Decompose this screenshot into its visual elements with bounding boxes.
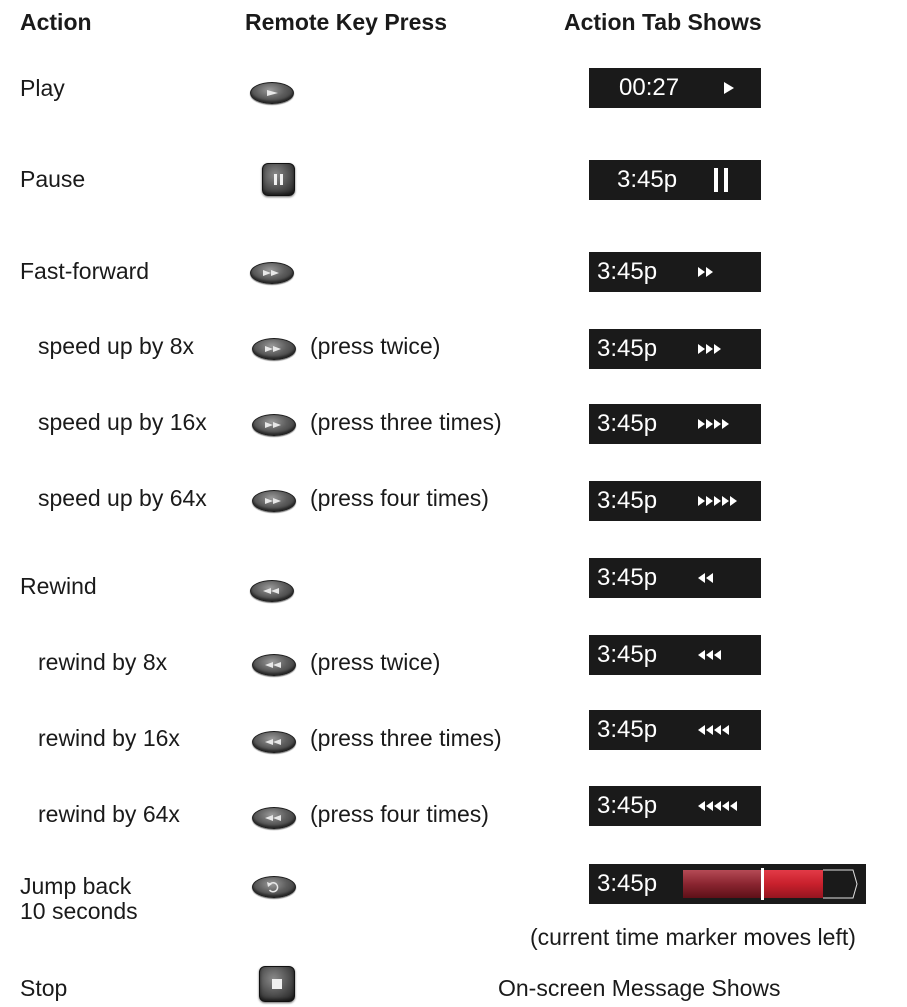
fast-forward-5-icon <box>698 496 737 506</box>
row-stop-label: Stop <box>20 975 68 1001</box>
rewind-2-icon <box>698 573 713 583</box>
row-speed-8x-label: speed up by 8x <box>38 333 195 359</box>
jump-back-caption: (current time marker moves left) <box>530 924 856 950</box>
rewind-8x-action-tab: 3:45p <box>589 635 761 675</box>
header-remote-key-press: Remote Key Press <box>245 9 447 35</box>
speed-8x-action-tab: 3:45p <box>589 329 761 369</box>
rewind-4-icon <box>698 725 729 735</box>
rewind-key-icon <box>250 580 294 602</box>
row-speed-16x-note: (press three times) <box>310 409 502 435</box>
fast-forward-action-tab: 3:45p <box>589 252 761 292</box>
rewind-3-icon <box>698 650 721 660</box>
rewind-key-icon <box>252 731 296 753</box>
tab-time: 3:45p <box>597 410 658 437</box>
row-rewind-8x-label: rewind by 8x <box>38 649 168 675</box>
play-key-icon <box>250 82 294 104</box>
rewind-64x-action-tab: 3:45p <box>589 786 761 826</box>
row-speed-64x-note: (press four times) <box>310 485 489 511</box>
fast-forward-key-icon <box>252 414 296 436</box>
play-icon <box>724 82 734 94</box>
row-pause-label: Pause <box>20 166 86 192</box>
on-screen-message-heading: On-screen Message Shows <box>498 975 781 1001</box>
header-action-tab-shows: Action Tab Shows <box>564 9 762 35</box>
row-rewind-64x-label: rewind by 64x <box>38 801 180 827</box>
rewind-16x-action-tab: 3:45p <box>589 710 761 750</box>
play-action-tab: 00:27 <box>589 68 761 108</box>
tab-time: 3:45p <box>597 641 658 668</box>
fast-forward-3-icon <box>698 344 721 354</box>
row-speed-64x-label: speed up by 64x <box>38 485 207 511</box>
tab-time: 3:45p <box>597 258 658 285</box>
row-speed-8x-note: (press twice) <box>310 333 441 359</box>
rewind-5-icon <box>698 801 737 811</box>
fast-forward-key-icon <box>252 490 296 512</box>
jump-back-key-icon <box>252 876 296 898</box>
fast-forward-key-icon <box>250 262 294 284</box>
rewind-action-tab: 3:45p <box>589 558 761 598</box>
row-fast-forward-label: Fast-forward <box>20 258 150 284</box>
tab-time: 3:45p <box>597 564 658 591</box>
tab-time: 3:45p <box>617 166 678 193</box>
fast-forward-2-icon <box>698 267 713 277</box>
speed-64x-action-tab: 3:45p <box>589 481 761 521</box>
tab-time: 3:45p <box>597 870 658 897</box>
header-action: Action <box>20 9 92 35</box>
progress-bar-icon <box>683 868 858 900</box>
stop-key-icon <box>259 966 295 1002</box>
jump-back-action-tab: 3:45p <box>589 864 866 904</box>
pause-icon <box>714 168 728 192</box>
row-play-label: Play <box>20 75 65 101</box>
row-rewind-8x-note: (press twice) <box>310 649 441 675</box>
pause-action-tab: 3:45p <box>589 160 761 200</box>
row-rewind-label: Rewind <box>20 573 97 599</box>
rewind-key-icon <box>252 807 296 829</box>
tab-time: 3:45p <box>597 487 658 514</box>
rewind-key-icon <box>252 654 296 676</box>
tab-time: 00:27 <box>619 74 680 101</box>
tab-time: 3:45p <box>597 335 658 362</box>
row-rewind-16x-label: rewind by 16x <box>38 725 180 751</box>
fast-forward-4-icon <box>698 419 729 429</box>
fast-forward-key-icon <box>252 338 296 360</box>
row-speed-16x-label: speed up by 16x <box>38 409 207 435</box>
pause-key-icon <box>262 163 295 196</box>
row-rewind-64x-note: (press four times) <box>310 801 489 827</box>
tab-time: 3:45p <box>597 716 658 743</box>
speed-16x-action-tab: 3:45p <box>589 404 761 444</box>
row-rewind-16x-note: (press three times) <box>310 725 502 751</box>
row-jump-back-label-line1: Jump back <box>20 873 132 899</box>
row-jump-back-label-line2: 10 seconds <box>20 898 138 924</box>
tab-time: 3:45p <box>597 792 658 819</box>
